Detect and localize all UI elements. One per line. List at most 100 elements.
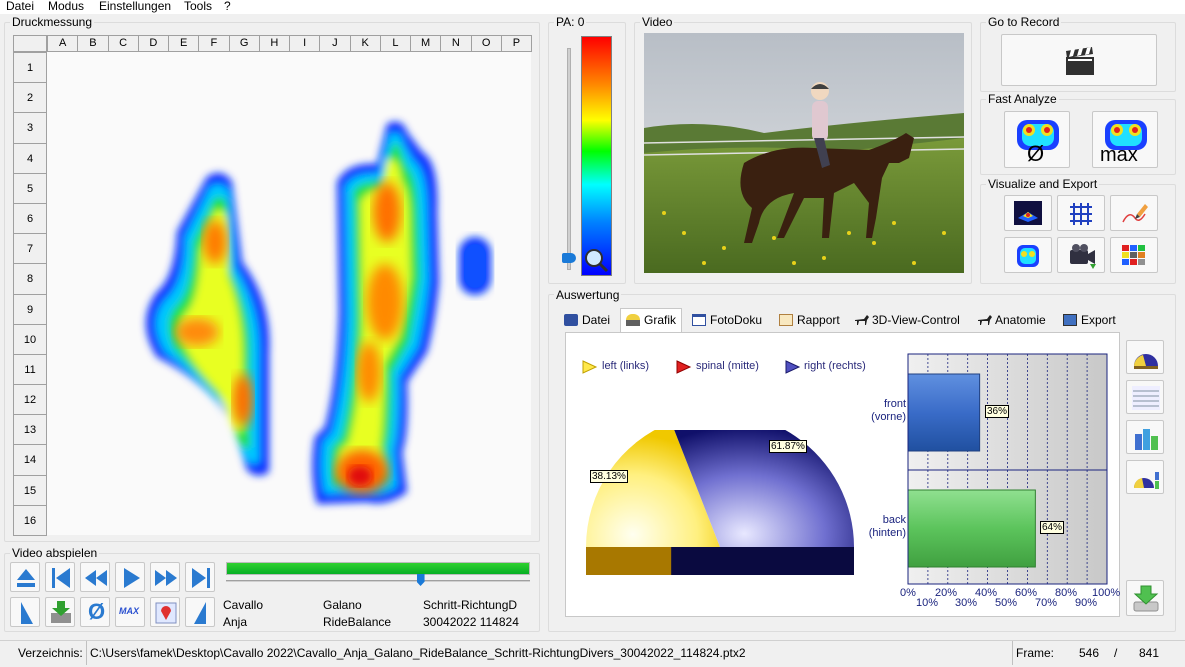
menu-modus[interactable]: Modus <box>48 0 84 13</box>
bar-label-back: 64% <box>1040 521 1065 534</box>
fast-analyze-max-button[interactable]: max <box>1092 111 1158 168</box>
pie-label-left: 38.13% <box>590 470 628 483</box>
pa-slider-thumb[interactable] <box>562 253 576 263</box>
verzeichnis-label: Verzeichnis: <box>18 646 83 660</box>
grid-corner <box>13 35 47 52</box>
fast-analyze-average-button[interactable]: Ø <box>1004 111 1070 168</box>
column-header: C <box>107 35 139 52</box>
column-header: M <box>410 35 442 52</box>
skip-end-button[interactable] <box>185 562 215 592</box>
tab-export[interactable]: Export <box>1063 310 1116 330</box>
row-header: 7 <box>13 233 47 265</box>
info-horse-name: Galano <box>323 598 362 612</box>
max-speed-button[interactable]: MAX <box>115 597 145 627</box>
play-button[interactable] <box>115 562 145 592</box>
info-saddle: RideBalance <box>323 615 392 629</box>
monitor-icon <box>1063 314 1077 326</box>
column-header: N <box>440 35 472 52</box>
menu-einstellungen[interactable]: Einstellungen <box>99 0 171 13</box>
x-tick: 70% <box>1035 597 1058 609</box>
chart-type-halfpie-button[interactable] <box>1126 340 1164 374</box>
zoom-icon[interactable] <box>583 247 609 273</box>
grid-toggle-button[interactable] <box>1057 195 1105 231</box>
grid-icon <box>1070 203 1092 225</box>
fast-analyze-title: Fast Analyze <box>986 92 1059 106</box>
row-header: 1 <box>13 52 47 84</box>
legend-marker-left <box>582 360 598 374</box>
tab-datei[interactable]: Datei <box>564 310 610 330</box>
info-rider: Anja <box>223 615 248 629</box>
row-header: 6 <box>13 202 47 235</box>
x-tick: 60% <box>1015 587 1038 599</box>
druckmessung-title: Druckmessung <box>10 15 95 29</box>
heatmap-view-button[interactable] <box>1004 237 1052 273</box>
fast-forward-button[interactable] <box>150 562 180 592</box>
pressure-heatmap[interactable] <box>47 52 531 535</box>
column-header: A <box>47 35 79 52</box>
eject-button[interactable] <box>10 562 40 592</box>
average-symbol: Ø <box>1027 141 1045 166</box>
menu-help[interactable]: ? <box>224 0 231 13</box>
info-date: 30042022 114824 <box>423 615 519 629</box>
total-frames: 841 <box>1139 646 1160 660</box>
frame-separator: / <box>1114 646 1118 660</box>
snapshot-button[interactable] <box>45 597 75 627</box>
bar <box>907 489 1036 568</box>
step-left-button[interactable] <box>10 597 40 627</box>
3d-surface-icon <box>1014 201 1042 225</box>
combined-chart-icon <box>1133 472 1159 489</box>
column-header: E <box>168 35 200 52</box>
column-header: K <box>349 35 381 52</box>
x-tick: 40% <box>975 587 998 599</box>
rewind-button[interactable] <box>80 562 110 592</box>
column-header: O <box>470 35 502 52</box>
video-export-button[interactable] <box>1057 237 1105 273</box>
row-header: 10 <box>13 323 47 355</box>
chart-type-bars-button[interactable] <box>1126 420 1164 454</box>
file-path: C:\Users\famek\Desktop\Cavallo 2022\Cava… <box>90 646 746 660</box>
average-button[interactable]: Ø <box>80 597 110 627</box>
eject-icon <box>17 569 35 587</box>
chart-type-combined-button[interactable] <box>1126 460 1164 494</box>
fast-forward-icon <box>155 570 177 586</box>
mosaic-icon <box>1122 245 1145 265</box>
tab-rapport[interactable]: Rapport <box>779 310 840 330</box>
document-icon <box>692 314 706 326</box>
column-header: P <box>500 35 532 52</box>
row-header: 15 <box>13 474 47 506</box>
download-button[interactable] <box>1126 580 1164 616</box>
pie-label-right: 61.87% <box>769 440 807 453</box>
marker-button[interactable] <box>150 597 180 627</box>
video-playback-title: Video abspielen <box>10 546 100 560</box>
column-header: I <box>289 35 321 52</box>
pattern-export-button[interactable] <box>1110 237 1158 273</box>
marker-icon <box>155 602 177 624</box>
draw-button[interactable] <box>1110 195 1158 231</box>
rewind-icon <box>85 570 107 586</box>
video-frame[interactable] <box>644 33 964 273</box>
half-pie-chart[interactable] <box>585 430 860 580</box>
skip-start-button[interactable] <box>45 562 75 592</box>
goto-record-button[interactable] <box>1001 34 1157 86</box>
3d-view-button[interactable] <box>1004 195 1052 231</box>
timeline-track[interactable] <box>226 580 530 582</box>
tab-anatomie[interactable]: Anatomie <box>977 310 1046 330</box>
chart-type-lines-button[interactable] <box>1126 380 1164 414</box>
tab-grafik[interactable]: Grafik <box>626 310 676 330</box>
tab-3d-view-control[interactable]: 3D-View-Control <box>854 310 960 330</box>
legend-marker-right <box>785 360 801 374</box>
clapperboard-icon <box>1066 47 1094 75</box>
column-header: G <box>228 35 260 52</box>
visualize-export-title: Visualize and Export <box>986 177 1100 191</box>
step-right-button[interactable] <box>185 597 215 627</box>
bar-chart[interactable] <box>906 353 1110 589</box>
menu-datei[interactable]: Datei <box>6 0 34 13</box>
tab-fotodoku[interactable]: FotoDoku <box>692 310 762 330</box>
row-header: 2 <box>13 82 47 114</box>
column-header: B <box>77 35 109 52</box>
pa-slider-track[interactable] <box>567 48 571 270</box>
triangle-right-icon <box>194 602 206 624</box>
menu-tools[interactable]: Tools <box>184 0 212 13</box>
goto-title: Go to Record <box>986 15 1062 29</box>
x-tick: 10% <box>916 597 939 609</box>
